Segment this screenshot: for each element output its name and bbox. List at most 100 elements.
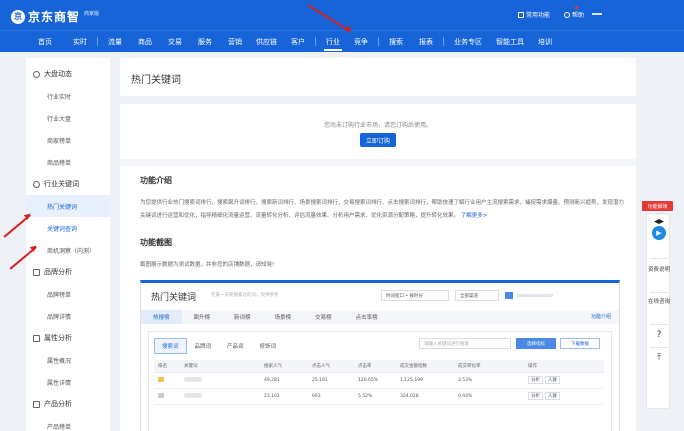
- shot-sub-search: 请输入关键词进行搜索: [419, 338, 511, 349]
- feature-explain-tag[interactable]: 功能解读: [642, 201, 673, 211]
- table-row: 23,102 663 5.52% 324,028 0.44% 分析 人群: [154, 388, 604, 405]
- main-content: 您尚未订购行业市场，请您订购后使用。 立即订购 功能介绍 为您提供行业热门搜索词…: [120, 104, 636, 431]
- attribute-icon: [33, 334, 40, 342]
- shot-panel: 搜索词 品牌词 产品词 修饰词 请输入关键词进行搜索 选择指标 下载数据 排名 …: [148, 331, 612, 431]
- col-header: 排名: [154, 360, 180, 373]
- sidebar-item-merchant-rank[interactable]: 商家榜单: [26, 129, 110, 151]
- cell: 0.44%: [454, 388, 502, 405]
- sidebar-section-market[interactable]: 大盘动态: [26, 63, 110, 85]
- cell: 25,191: [308, 372, 354, 389]
- screenshot-note: 截图展示数据为测试数据，并非您的店铺数据，请知晓!: [140, 262, 275, 268]
- col-header: 点击人气: [308, 360, 354, 373]
- shot-color-block: [505, 292, 513, 299]
- shot-sub-tab: 搜索词: [154, 338, 187, 354]
- product-icon: [33, 400, 40, 408]
- learn-more-link[interactable]: 了解更多>: [461, 213, 488, 219]
- rank-cell: [154, 388, 180, 405]
- help-link[interactable]: 帮助: [563, 10, 584, 19]
- common-functions-link[interactable]: 常用功能: [517, 10, 550, 19]
- nav-trade[interactable]: 交易: [168, 31, 182, 53]
- col-header: 点击率: [354, 360, 396, 373]
- analyze-button: 分析: [528, 376, 543, 384]
- nav-service[interactable]: 服务: [198, 31, 212, 53]
- cell: 324,028: [396, 388, 454, 405]
- nav-report[interactable]: 报表: [419, 31, 433, 53]
- intro-title: 功能介绍: [140, 176, 172, 185]
- grad-cap-icon[interactable]: ▶: [650, 219, 668, 253]
- nav-customer[interactable]: 客户: [291, 31, 305, 53]
- notification-dot: [575, 6, 578, 9]
- brand-icon: [33, 268, 40, 276]
- nav-home[interactable]: 首页: [38, 31, 52, 53]
- divider: [650, 258, 668, 259]
- sidebar-item-keyword-query[interactable]: 关键词查询: [26, 217, 110, 239]
- nav-divider: [443, 37, 444, 46]
- sidebar-section-brand[interactable]: 品牌分析: [26, 261, 110, 283]
- shot-tab: 热搜榜: [141, 310, 182, 324]
- nav-divider: [97, 37, 98, 46]
- cell: 23,102: [260, 388, 308, 405]
- nav-traffic[interactable]: 流量: [108, 31, 122, 53]
- col-header: 搜索人气: [260, 360, 308, 373]
- nav-industry[interactable]: 行业: [324, 31, 342, 53]
- nav-search[interactable]: 搜索: [389, 31, 403, 53]
- cell: [502, 388, 524, 405]
- sidebar-section-product[interactable]: 产品分析: [26, 393, 110, 415]
- play-icon: ▶: [652, 226, 666, 240]
- divider: [650, 292, 668, 293]
- col-header: 操作: [524, 360, 604, 373]
- nav-supply-chain[interactable]: 供应链: [256, 31, 277, 53]
- screenshot-title: 功能截图: [140, 238, 172, 247]
- keyword-cell: [180, 372, 260, 389]
- nav-business-zone[interactable]: 业务专区: [454, 31, 482, 53]
- ops-cell: 分析 人群: [524, 388, 604, 405]
- logo[interactable]: 京 京东商智 商家版: [11, 8, 99, 25]
- shot-channel-select: 全部渠道: [455, 290, 499, 301]
- sidebar-item-industry-overview[interactable]: 行业大盘: [26, 107, 110, 129]
- col-header: [502, 360, 524, 373]
- nav-competition[interactable]: 竞争: [354, 31, 368, 53]
- question-icon[interactable]: ?: [647, 330, 671, 340]
- sidebar-item-attribute-detail[interactable]: 属性详情: [26, 371, 110, 393]
- order-now-button[interactable]: 立即订购: [360, 133, 396, 147]
- sidebar-section-keywords[interactable]: 行业关键词: [26, 173, 110, 195]
- user-account[interactable]: [592, 13, 602, 15]
- nav-product[interactable]: 商品: [138, 31, 152, 53]
- sidebar-item-brand-detail[interactable]: 品牌详情: [26, 305, 110, 327]
- logo-text: 京东商智: [28, 10, 81, 24]
- shot-sub-tab: 修饰词: [259, 344, 277, 350]
- page-title: 热门关键词: [131, 75, 181, 86]
- sidebar-item-hot-keywords[interactable]: 热门关键词: [26, 195, 110, 217]
- online-consult-button[interactable]: 在线咨询: [647, 298, 671, 307]
- col-header: 成交金额指数: [396, 360, 454, 373]
- sidebar-item-brand-rank[interactable]: 品牌榜单: [26, 283, 110, 305]
- analyze-button: 分析: [528, 392, 543, 400]
- jd-logo-icon: 京: [11, 9, 25, 24]
- intro-text: 为您提供行业热门搜索词排行、搜索飙升词排行、搜索新词排行、场景搜索词排行、交易搜…: [140, 200, 625, 219]
- shot-tab: 新词榜: [234, 315, 251, 321]
- sidebar-section-attribute[interactable]: 属性分析: [26, 327, 110, 349]
- divider: [650, 347, 668, 348]
- sidebar-item-attribute-overview[interactable]: 属性概况: [26, 349, 110, 371]
- top-links: 常用功能 帮助: [517, 10, 584, 19]
- sidebar-item-opportunity[interactable]: 商机洞察（内测）: [26, 239, 110, 261]
- shot-sub-tab: 产品词: [227, 344, 244, 350]
- blurred-keyword: [184, 392, 202, 398]
- grid-icon: [517, 11, 524, 18]
- cell: [502, 372, 524, 389]
- nav-training[interactable]: 培训: [538, 31, 552, 53]
- sidebar-item-product-rank[interactable]: 商品榜单: [26, 151, 110, 173]
- back-to-top-icon[interactable]: ⤒: [647, 353, 671, 363]
- cell: 5.52%: [354, 388, 396, 405]
- main-nav: 首页 实时 流量 商品 交易 服务 营销 供应链 客户 行业 竞争 搜索 报表 …: [0, 30, 684, 52]
- sidebar-item-industry-realtime[interactable]: 行业实时: [26, 85, 110, 107]
- cell: 120.65%: [354, 372, 396, 389]
- nav-marketing[interactable]: 营销: [228, 31, 242, 53]
- sidebar-item-product-list[interactable]: 产品榜单: [26, 415, 110, 431]
- nav-smart-tools[interactable]: 智能工具: [496, 31, 524, 53]
- pricing-info-button[interactable]: 资费说明: [647, 266, 671, 275]
- nav-realtime[interactable]: 实时: [73, 31, 87, 53]
- feature-screenshot: 热门关键词 在某一天新搜索过的词，仅供参考 时间窗口 • 按时长 全部渠道 热搜…: [140, 280, 620, 431]
- silver-medal-icon: [158, 392, 164, 398]
- ops-cell: 分析 人群: [524, 372, 604, 389]
